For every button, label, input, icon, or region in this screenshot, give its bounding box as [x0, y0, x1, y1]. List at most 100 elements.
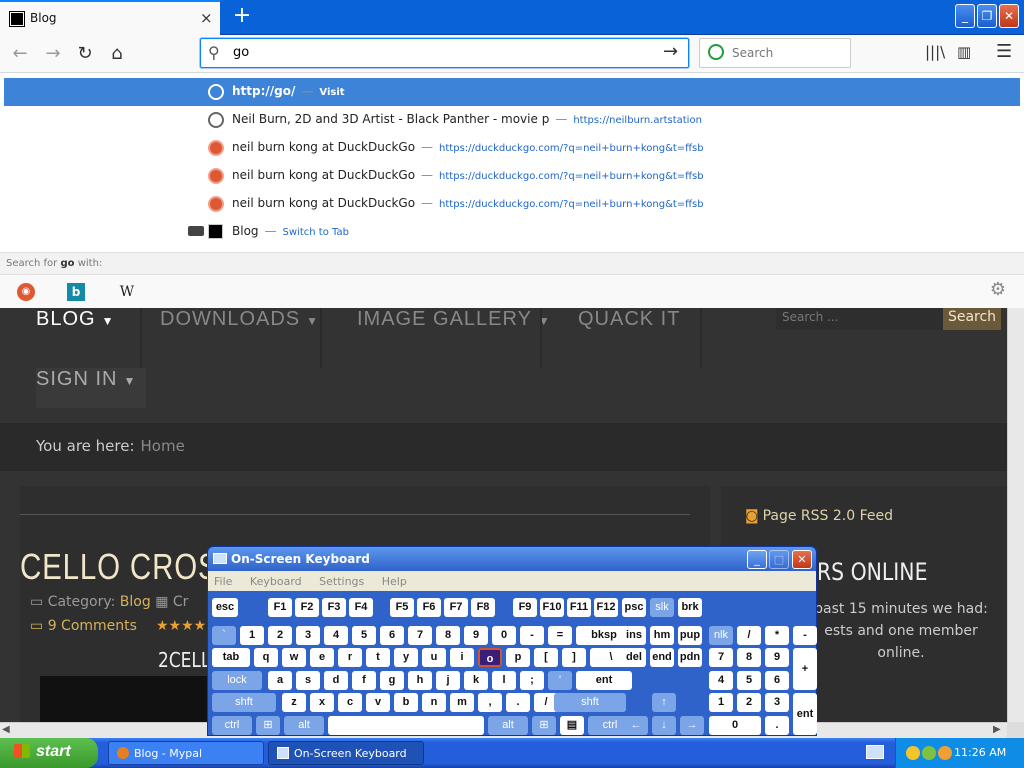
library-icon[interactable]: |||\ — [925, 43, 945, 61]
osk-key[interactable]: 2 — [737, 693, 761, 712]
scroll-left-icon[interactable]: ◀ — [2, 724, 10, 735]
tab-close-icon[interactable]: × — [200, 9, 213, 27]
home-icon[interactable]: ⌂ — [104, 41, 130, 67]
osk-key[interactable]: , — [478, 693, 502, 712]
osk-key[interactable]: q — [254, 648, 278, 667]
osk-key[interactable]: → — [680, 716, 704, 735]
osk-key[interactable]: F6 — [417, 598, 441, 617]
osk-key[interactable]: = — [548, 626, 572, 645]
keyboard-indicator-icon[interactable] — [866, 745, 884, 759]
osk-key[interactable]: n — [422, 693, 446, 712]
osk-key[interactable]: hm — [650, 626, 674, 645]
osk-key[interactable]: ▤ — [560, 716, 584, 735]
osk-key[interactable]: e — [310, 648, 334, 667]
osk-key[interactable]: 4 — [324, 626, 348, 645]
osk-key[interactable]: F5 — [390, 598, 414, 617]
osk-key[interactable]: 0 — [709, 716, 761, 735]
back-icon[interactable]: ← — [7, 41, 33, 67]
osk-key[interactable]: alt — [284, 716, 324, 735]
new-tab-button[interactable]: + — [228, 3, 256, 31]
osk-key[interactable]: 6 — [380, 626, 404, 645]
duckduckgo-engine-icon[interactable]: ◉ — [17, 283, 35, 301]
osk-key[interactable]: 7 — [709, 648, 733, 667]
vertical-scrollbar[interactable] — [1007, 308, 1024, 722]
hamburger-menu-icon[interactable]: ☰ — [996, 41, 1012, 62]
category-link[interactable]: Blog — [120, 594, 151, 610]
osk-key[interactable]: 8 — [436, 626, 460, 645]
osk-key[interactable]: nlk — [709, 626, 733, 645]
osk-key[interactable]: F3 — [322, 598, 346, 617]
reload-icon[interactable]: ↻ — [72, 41, 98, 67]
osk-key[interactable]: F8 — [471, 598, 495, 617]
osk-menu-help[interactable]: Help — [382, 575, 407, 588]
url-bar[interactable]: ⚲ → — [200, 38, 689, 68]
osk-key[interactable]: pdn — [678, 648, 702, 667]
gear-icon[interactable]: ⚙ — [989, 281, 1007, 299]
osk-key[interactable]: pup — [678, 626, 702, 645]
osk-key[interactable]: 6 — [765, 671, 789, 690]
osk-key[interactable]: ⊞ — [256, 716, 280, 735]
osk-key[interactable]: z — [282, 693, 306, 712]
breadcrumb-home-link[interactable]: Home — [141, 437, 185, 455]
osk-key[interactable]: 5 — [352, 626, 376, 645]
osk-key[interactable]: g — [380, 671, 404, 690]
osk-key[interactable]: c — [338, 693, 362, 712]
window-close-button[interactable]: ✕ — [999, 4, 1019, 28]
osk-key[interactable]: F4 — [349, 598, 373, 617]
osk-minimize-button[interactable]: _ — [747, 550, 767, 569]
osk-key[interactable]: 1 — [240, 626, 264, 645]
osk-key[interactable]: 5 — [737, 671, 761, 690]
osk-key[interactable]: 3 — [296, 626, 320, 645]
suggestion-row[interactable]: neil burn kong at DuckDuckGo — https://duc… — [4, 190, 1020, 218]
osk-key[interactable]: ↑ — [652, 693, 676, 712]
osk-key[interactable]: . — [506, 693, 530, 712]
wikipedia-engine-icon[interactable]: W — [118, 283, 136, 301]
osk-key[interactable]: o — [478, 648, 502, 667]
osk-key[interactable]: 8 — [737, 648, 761, 667]
osk-key[interactable]: 4 — [709, 671, 733, 690]
window-minimize-button[interactable]: _ — [955, 4, 975, 28]
osk-key[interactable]: shft — [212, 693, 276, 712]
osk-key[interactable]: F9 — [513, 598, 537, 617]
osk-key[interactable]: ctrl — [212, 716, 252, 735]
osk-key[interactable]: F10 — [540, 598, 564, 617]
comments-link[interactable]: ▭ 9 Comments — [30, 618, 137, 634]
suggestion-row[interactable]: Neil Burn, 2D and 3D Artist - Black Pant… — [4, 106, 1020, 134]
osk-key[interactable] — [328, 716, 484, 735]
osk-key[interactable]: - — [793, 626, 817, 645]
osk-key[interactable]: F7 — [444, 598, 468, 617]
osk-key[interactable]: ent — [576, 671, 632, 690]
osk-key[interactable]: l — [492, 671, 516, 690]
osk-key[interactable]: i — [450, 648, 474, 667]
suggestion-row[interactable]: neil burn kong at DuckDuckGo — https://duc… — [4, 162, 1020, 190]
osk-key[interactable]: brk — [678, 598, 702, 617]
osk-close-button[interactable]: ✕ — [792, 550, 812, 569]
osk-key[interactable]: F12 — [594, 598, 618, 617]
menu-blog[interactable]: BLOG ▼ — [36, 308, 114, 368]
search-tray-icon[interactable] — [938, 746, 952, 760]
bing-engine-icon[interactable]: b — [67, 283, 85, 301]
osk-key[interactable]: p — [506, 648, 530, 667]
osk-maximize-button[interactable]: □ — [769, 550, 789, 569]
suggestion-row[interactable]: neil burn kong at DuckDuckGo — https://duc… — [4, 134, 1020, 162]
osk-key[interactable]: b — [394, 693, 418, 712]
menu-sign-in[interactable]: SIGN IN ▼ — [36, 368, 146, 408]
osk-key[interactable]: s — [296, 671, 320, 690]
osk-key[interactable]: slk — [650, 598, 674, 617]
osk-key[interactable]: a — [268, 671, 292, 690]
osk-key[interactable]: ins — [622, 626, 646, 645]
osk-key[interactable]: v — [366, 693, 390, 712]
osk-key[interactable]: . — [765, 716, 789, 735]
osk-key[interactable]: k — [464, 671, 488, 690]
osk-key[interactable]: alt — [488, 716, 528, 735]
network-icon[interactable] — [922, 746, 936, 760]
osk-key[interactable]: u — [422, 648, 446, 667]
osk-key[interactable]: d — [324, 671, 348, 690]
menu-image-gallery[interactable]: IMAGE GALLERY ▼ — [357, 308, 551, 368]
osk-key[interactable]: lock — [212, 671, 262, 690]
osk-key[interactable]: / — [737, 626, 761, 645]
osk-key[interactable]: ` — [212, 626, 236, 645]
osk-key[interactable]: 3 — [765, 693, 789, 712]
osk-key[interactable]: ' — [548, 671, 572, 690]
osk-menu-settings[interactable]: Settings — [319, 575, 364, 588]
